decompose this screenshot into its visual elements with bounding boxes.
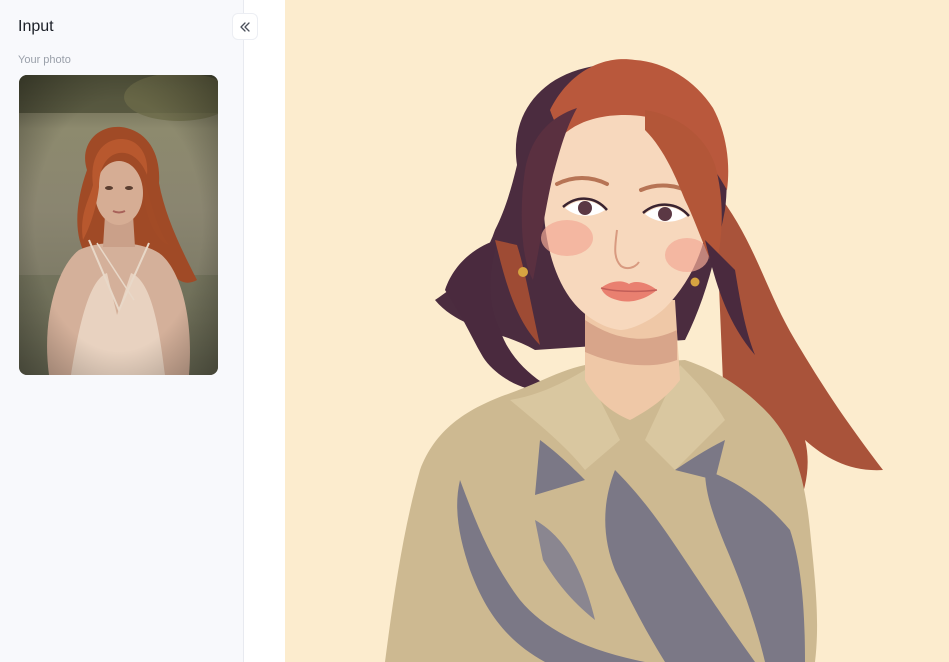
chevrons-left-icon <box>240 21 250 32</box>
generated-portrait-illustration <box>285 0 949 662</box>
your-photo-label: Your photo <box>18 54 71 66</box>
input-sidebar: Input Your photo <box>0 0 244 662</box>
sidebar-title: Input <box>18 18 54 35</box>
app-window: Input Your photo <box>0 0 949 662</box>
panel-gap <box>244 0 285 662</box>
collapse-sidebar-button[interactable] <box>232 13 258 40</box>
result-canvas <box>285 0 949 662</box>
input-photo-image <box>19 75 218 375</box>
input-photo[interactable] <box>19 75 218 375</box>
